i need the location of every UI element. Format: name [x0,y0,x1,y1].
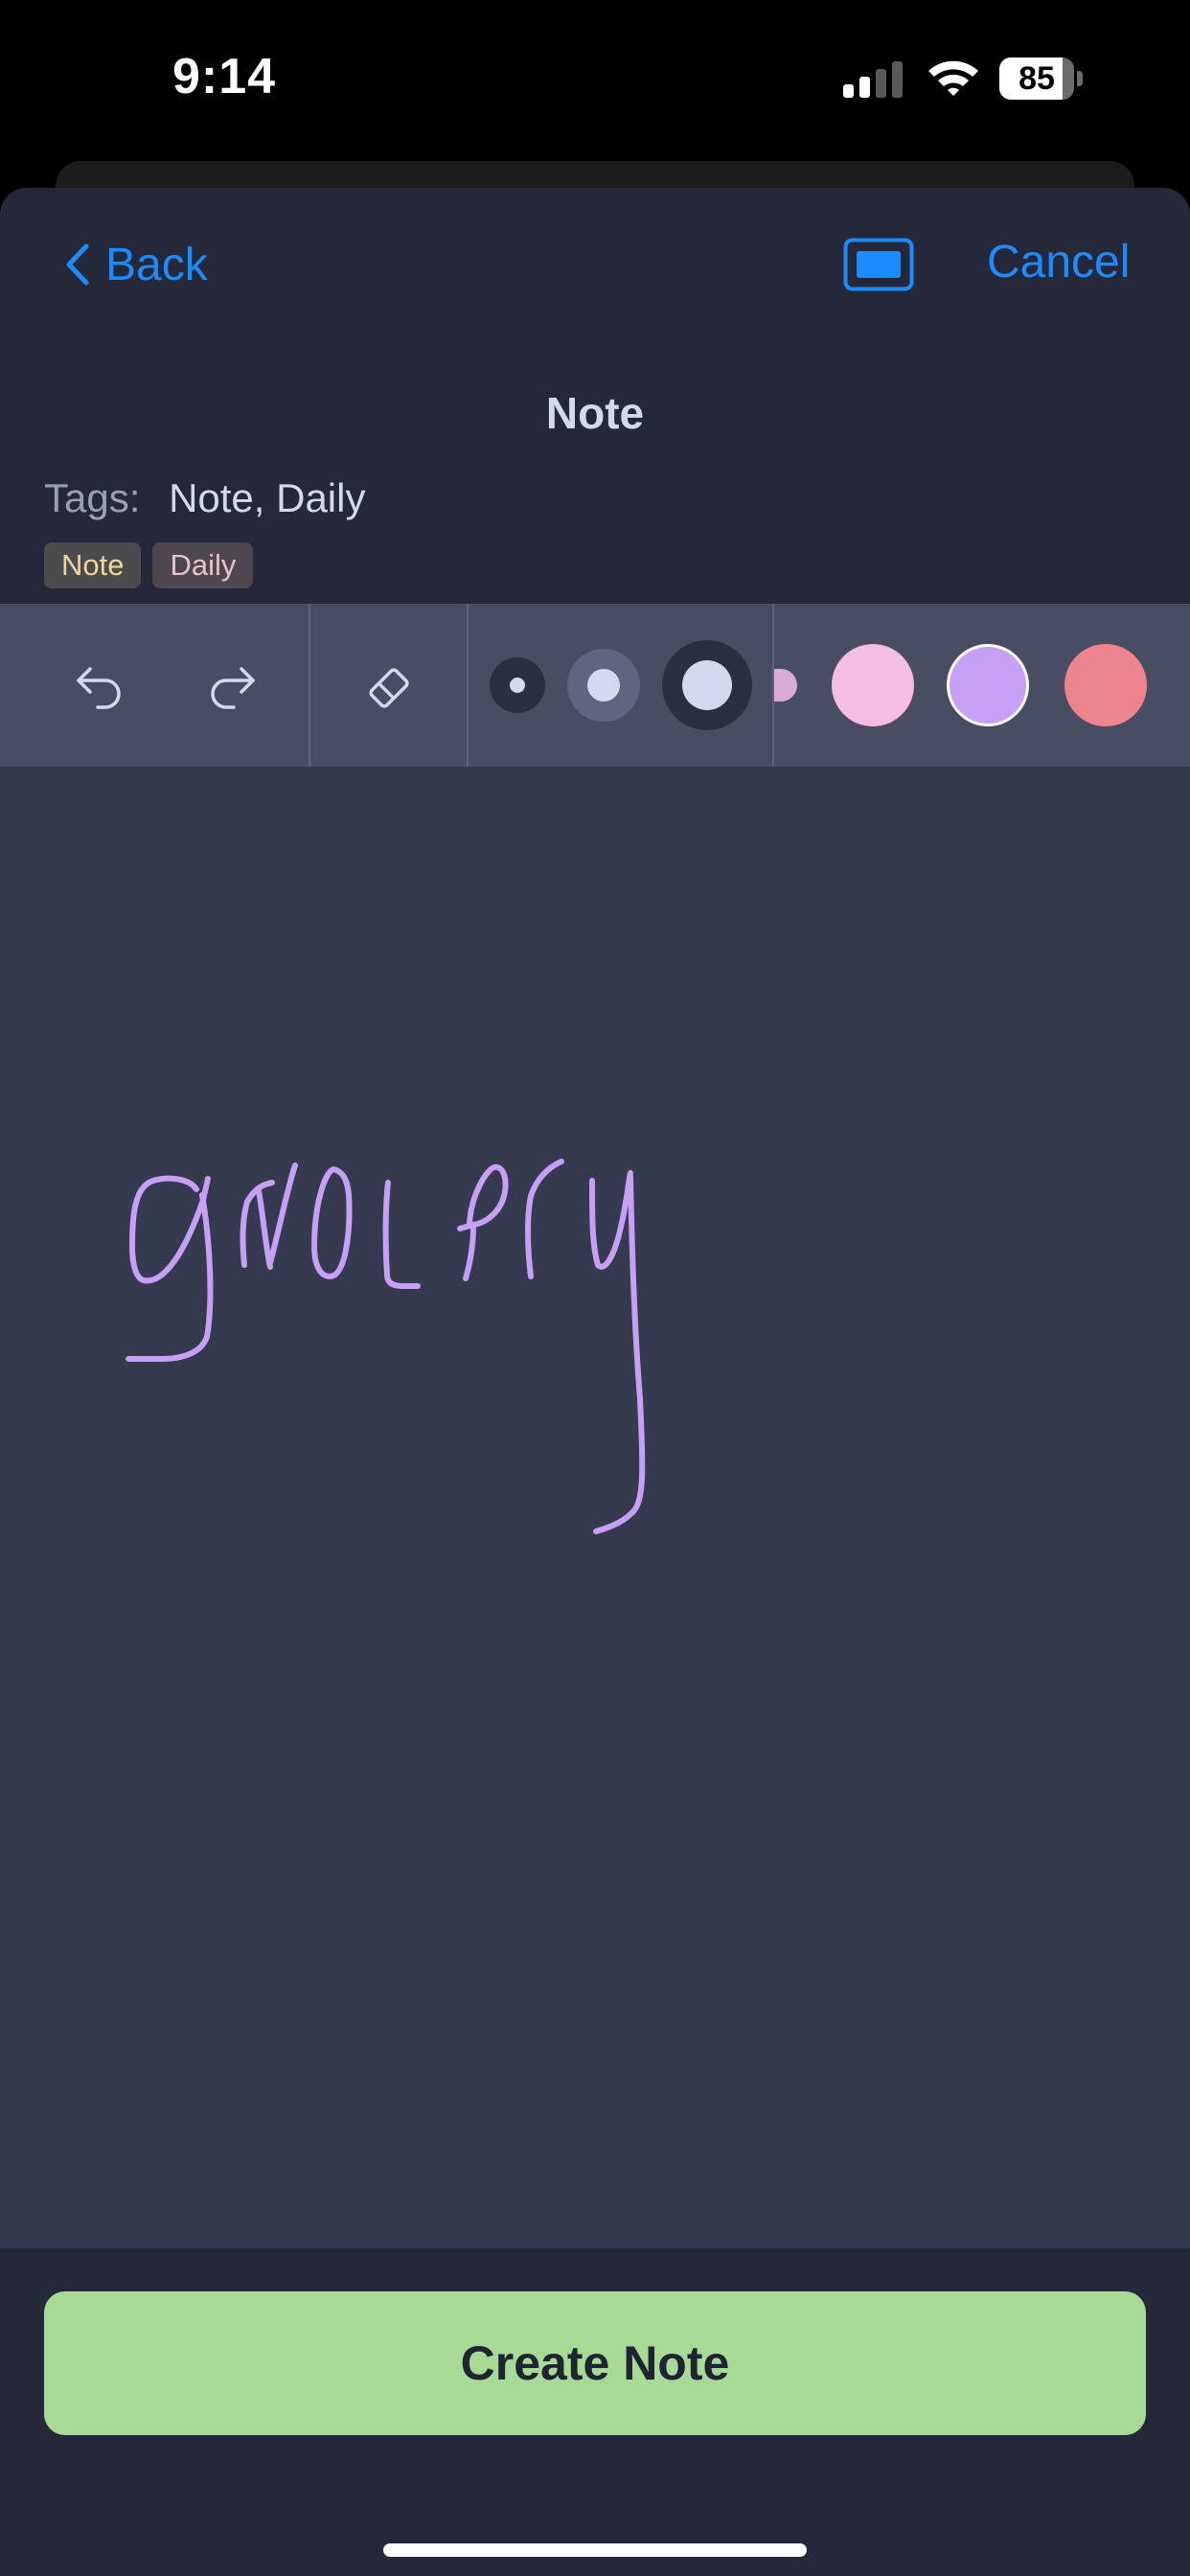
back-label: Back [105,239,208,290]
wifi-icon [928,60,978,96]
back-button[interactable]: Back [63,236,208,293]
color-swatch-partial[interactable] [774,669,797,702]
note-sheet: Back Cancel Note Tags: Note, Daily Note … [0,188,1190,2576]
create-note-button[interactable]: Create Note [44,2291,1146,2435]
eraser-icon[interactable] [362,661,416,715]
color-swatch-mauve[interactable] [947,644,1029,726]
status-bar: 9:14 85 [0,0,1190,153]
brush-size-small[interactable] [490,657,545,713]
bottom-bar: Create Note [0,2248,1190,2576]
handwriting-strokes [126,1159,646,1534]
brush-size-medium[interactable] [567,649,640,722]
color-swatch-pink[interactable] [832,644,914,726]
tag-chips: Note Daily [44,542,254,588]
battery-icon: 85 [999,58,1084,100]
tag-chip-note[interactable]: Note [44,542,142,588]
page-title: Note [545,388,645,438]
tags-label: Tags: [44,475,141,520]
battery-level: 85 [1018,60,1055,97]
drawing-toolbar [0,604,1190,767]
cancel-button[interactable]: Cancel [987,236,1130,288]
toolbar-divider [309,604,310,767]
undo-icon[interactable] [73,659,126,713]
brush-size-large[interactable] [662,640,752,730]
status-time: 9:14 [172,49,277,104]
signal-icon [843,59,904,98]
home-indicator [383,2543,807,2557]
redo-icon[interactable] [205,659,259,713]
color-swatch-red[interactable] [1064,644,1147,726]
screen-toggle-icon[interactable] [843,238,914,291]
tag-chip-daily[interactable]: Daily [152,542,254,588]
toolbar-divider [467,604,469,767]
tags-row[interactable]: Tags: Note, Daily [44,475,365,521]
chevron-left-icon [66,243,89,286]
drawing-canvas[interactable] [0,767,1190,2248]
tags-value: Note, Daily [169,475,366,520]
